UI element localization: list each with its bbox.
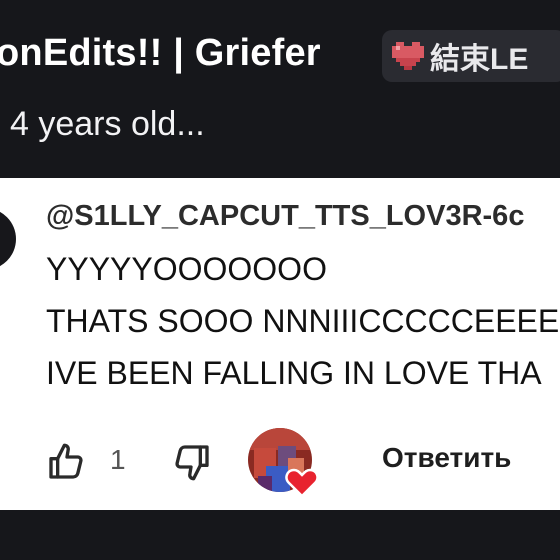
- comment-actions: 1 Ответить: [0, 428, 560, 498]
- header-area: onEdits!! | Griefer 結束LE 4 years old...: [0, 0, 560, 178]
- thumbs-down-icon[interactable]: [172, 442, 212, 482]
- comment-username[interactable]: @S1LLY_CAPCUT_TTS_LOV3R-6c: [46, 198, 524, 234]
- comment-line: YYYYYOOOOOOO: [46, 251, 327, 287]
- like-count: 1: [110, 444, 126, 475]
- server-tag-text: 結束LE: [430, 43, 529, 76]
- page-title: onEdits!! | Griefer: [0, 32, 321, 74]
- thumbs-up-icon[interactable]: [46, 442, 86, 482]
- server-tag-badge[interactable]: 結束LE: [382, 30, 560, 82]
- pixel-heart-icon: [392, 42, 424, 70]
- bottom-bar: [0, 510, 560, 560]
- creator-heart-icon: [248, 428, 318, 498]
- commenter-avatar[interactable]: [0, 208, 16, 270]
- comment-line: IVE BEEN FALLING IN LOVE THA: [46, 355, 542, 391]
- comment-line: THATS SOOO NNNIIICCCCCEEEE: [46, 303, 560, 339]
- reply-button[interactable]: Ответить: [370, 442, 523, 474]
- comment-card: @S1LLY_CAPCUT_TTS_LOV3R-6c YYYYYOOOOOOO …: [0, 178, 560, 510]
- age-text: 4 years old...: [10, 105, 205, 143]
